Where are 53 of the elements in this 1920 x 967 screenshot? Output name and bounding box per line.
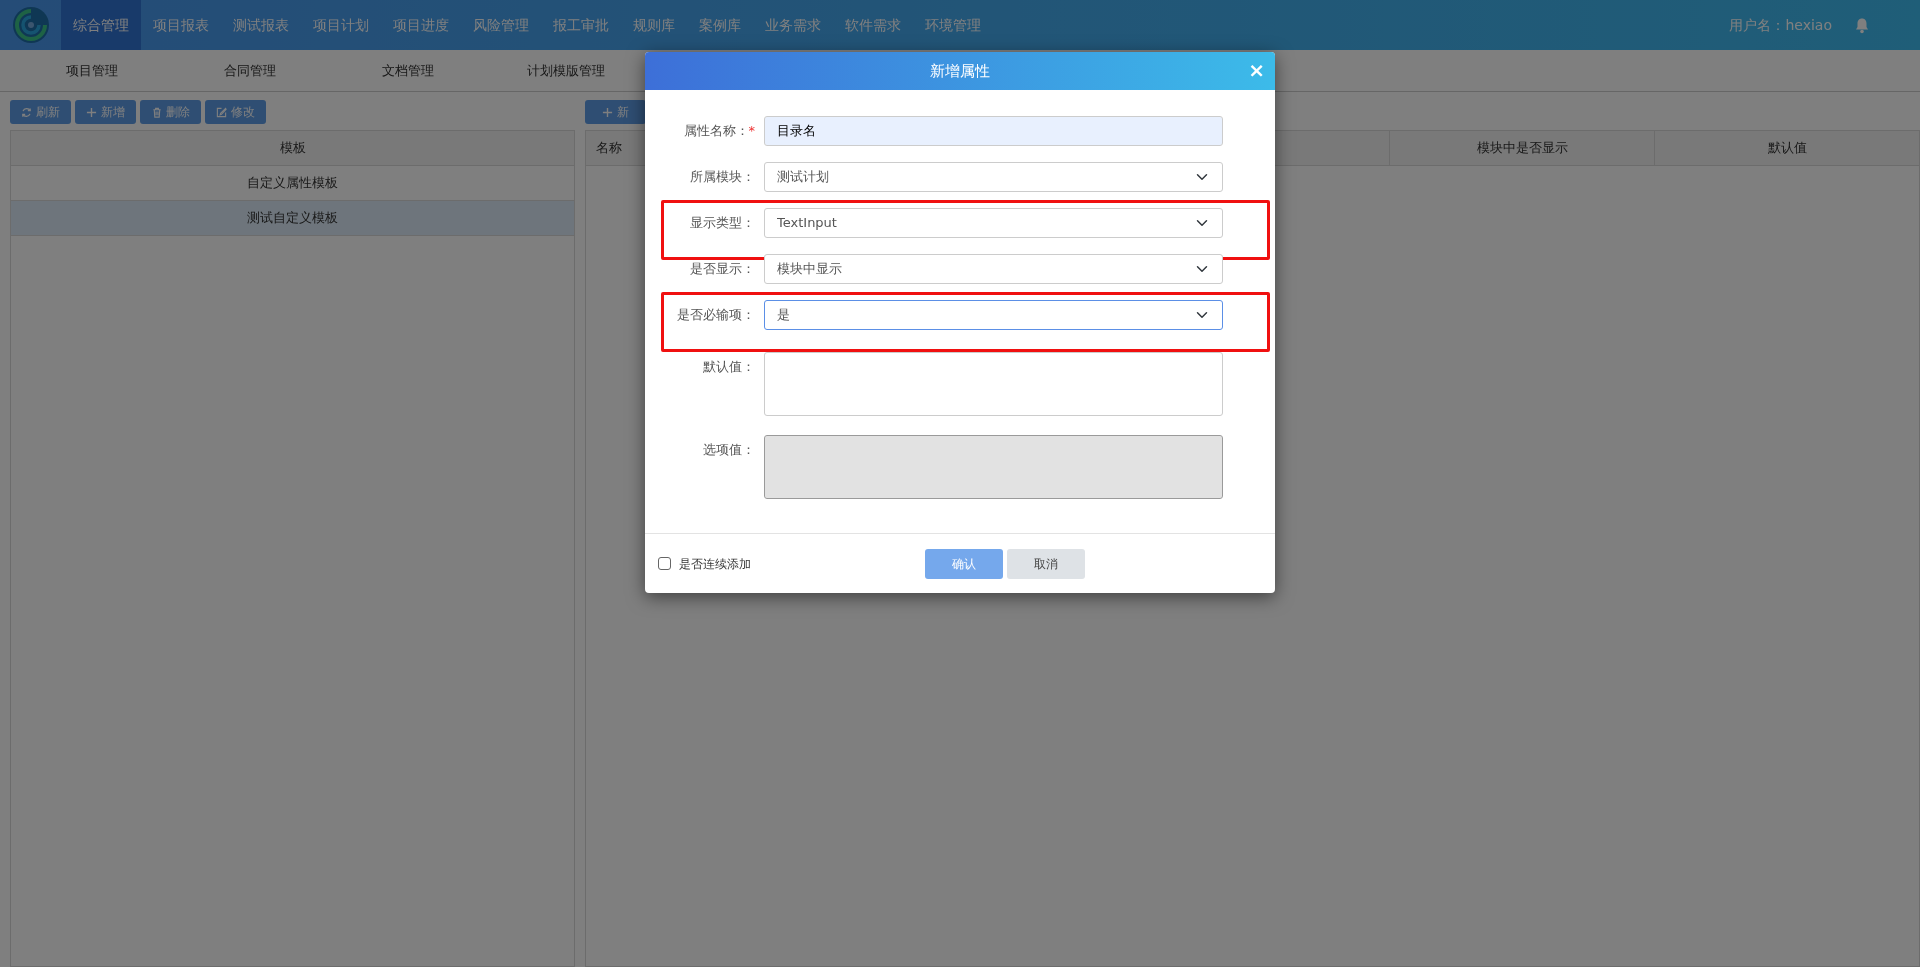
nav-tab[interactable]: 综合管理 xyxy=(61,0,141,50)
select-field[interactable]: 是 xyxy=(764,300,1223,330)
cancel-button[interactable]: 取消 xyxy=(1007,548,1085,579)
sub-tab[interactable]: 文档管理 xyxy=(329,50,487,91)
column-header: 模块中是否显示 xyxy=(1390,131,1655,165)
refresh-button[interactable]: 刷新 xyxy=(10,100,71,124)
table-row[interactable]: 测试自定义模板 xyxy=(11,201,574,236)
checkbox[interactable] xyxy=(658,557,671,570)
nav-tab[interactable]: 业务需求 xyxy=(753,0,833,50)
nav-tab[interactable]: 项目计划 xyxy=(301,0,381,50)
column-header: 模板 xyxy=(278,139,307,158)
close-button[interactable]: × xyxy=(1246,58,1267,82)
text-area[interactable] xyxy=(764,352,1223,416)
username-label: 用户名：hexiao xyxy=(1729,15,1832,35)
plus-icon xyxy=(86,106,97,118)
table-cell-text: 测试自定义模板 xyxy=(247,209,338,228)
field-label: 选项值： xyxy=(702,441,755,459)
edit-button[interactable]: 修改 xyxy=(205,100,266,124)
nav-tab[interactable]: 环境管理 xyxy=(913,0,993,50)
nav-tab[interactable]: 案例库 xyxy=(687,0,753,50)
plus-icon xyxy=(602,106,613,118)
nav-tab[interactable]: 测试报表 xyxy=(221,0,301,50)
nav-tab[interactable]: 项目进度 xyxy=(381,0,461,50)
nav-tab[interactable]: 规则库 xyxy=(621,0,687,50)
dialog-title: 新增属性 xyxy=(930,60,990,82)
field-label: 是否必输项： xyxy=(676,306,755,324)
confirm-button[interactable]: 确认 xyxy=(925,548,1003,579)
logo-icon xyxy=(11,5,51,45)
add-button[interactable]: 新增 xyxy=(75,100,136,124)
add-button[interactable]: 新 xyxy=(585,100,646,124)
sub-tab[interactable]: 项目管理 xyxy=(13,50,171,91)
checkbox-label: 是否连续添加 xyxy=(679,555,751,573)
table-cell-text: 自定义属性模板 xyxy=(247,174,338,193)
bell-icon[interactable] xyxy=(1854,16,1870,34)
nav-tab[interactable]: 风险管理 xyxy=(461,0,541,50)
nav-tab[interactable]: 报工审批 xyxy=(541,0,621,50)
select-field[interactable]: 测试计划 xyxy=(764,162,1223,192)
field-label: 默认值： xyxy=(702,358,755,376)
delete-button[interactable]: 删除 xyxy=(140,100,201,124)
field-label: 显示类型： xyxy=(689,214,755,232)
sub-tab[interactable]: 计划模版管理 xyxy=(487,50,645,91)
refresh-icon xyxy=(21,106,32,118)
nav-tab[interactable]: 软件需求 xyxy=(833,0,913,50)
column-header: 默认值 xyxy=(1766,139,1808,158)
text-field[interactable]: 目录名 xyxy=(764,116,1223,146)
sub-tab[interactable]: 合同管理 xyxy=(171,50,329,91)
select-field[interactable]: TextInput xyxy=(764,208,1223,238)
trash-icon xyxy=(151,106,162,118)
select-field[interactable]: 模块中显示 xyxy=(764,254,1223,284)
field-label: 是否显示： xyxy=(689,260,755,278)
nav-tab[interactable]: 项目报表 xyxy=(141,0,221,50)
pencil-icon xyxy=(216,106,227,118)
field-label: 所属模块： xyxy=(689,168,755,186)
